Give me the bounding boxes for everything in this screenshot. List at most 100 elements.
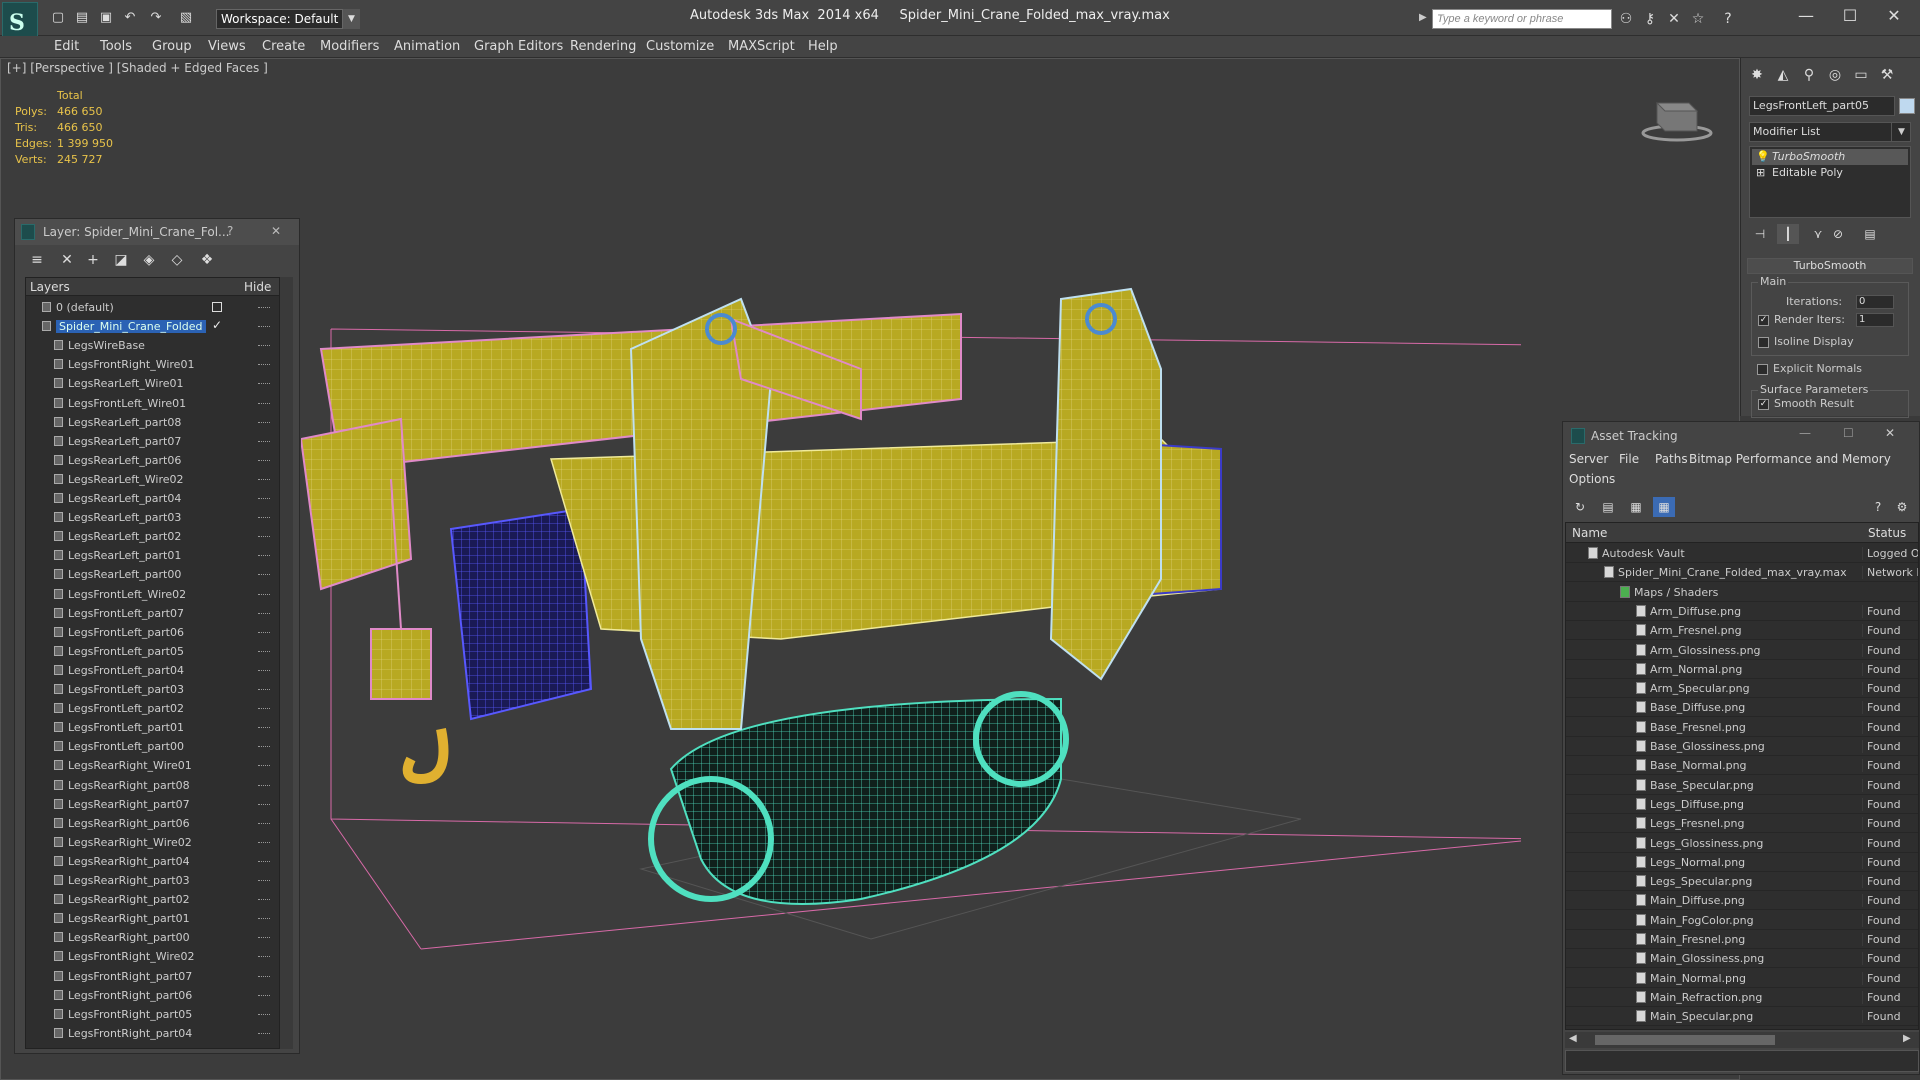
hide-toggle[interactable] bbox=[258, 841, 270, 844]
hide-toggle[interactable] bbox=[258, 918, 270, 920]
layer-row[interactable]: LegsRearLeft_Wire01 bbox=[26, 374, 274, 393]
hide-toggle[interactable] bbox=[258, 574, 270, 576]
hide-toggle[interactable] bbox=[258, 803, 270, 806]
layer-row[interactable]: LegsRearRight_part04 bbox=[26, 852, 274, 871]
open-folder-icon[interactable]: ▤ bbox=[72, 9, 92, 27]
object-color-swatch[interactable] bbox=[1899, 98, 1915, 114]
layer-row[interactable]: LegsRearRight_part07 bbox=[26, 795, 274, 814]
layer-row[interactable]: LegsRearRight_part02 bbox=[26, 890, 274, 909]
hide-toggle[interactable] bbox=[258, 421, 270, 424]
hide-toggle[interactable] bbox=[258, 612, 270, 615]
asset-row[interactable]: Main_Glossiness.png Found bbox=[1566, 949, 1918, 969]
layer-row[interactable]: LegsRearLeft_part07 bbox=[26, 432, 274, 451]
vertical-scrollbar[interactable] bbox=[279, 277, 293, 1049]
asset-row[interactable]: Main_Diffuse.png Found bbox=[1566, 891, 1918, 911]
workspace-dropdown[interactable]: Workspace: Default bbox=[216, 9, 360, 29]
hide-toggle[interactable] bbox=[258, 402, 270, 405]
help-icon[interactable]: ? bbox=[1718, 10, 1738, 28]
asset-row[interactable]: Main_Fresnel.png Found bbox=[1566, 930, 1918, 949]
minimize-icon[interactable]: — bbox=[1799, 426, 1811, 440]
layer-row[interactable]: LegsFrontLeft_part04 bbox=[26, 661, 274, 680]
layer-row[interactable]: LegsRearRight_Wire02 bbox=[26, 833, 274, 852]
hide-toggle[interactable] bbox=[258, 956, 270, 958]
project-icon[interactable]: ▧ bbox=[176, 9, 196, 27]
hide-toggle[interactable] bbox=[258, 994, 270, 997]
current-layer-box-icon[interactable] bbox=[212, 302, 222, 312]
asset-row[interactable]: Arm_Specular.png Found bbox=[1566, 679, 1918, 699]
layer-row[interactable]: LegsRearLeft_part04 bbox=[26, 489, 274, 508]
scroll-thumb[interactable] bbox=[1595, 1035, 1775, 1045]
detail-view-icon[interactable]: ▦ bbox=[1625, 497, 1647, 517]
hide-toggle[interactable] bbox=[258, 364, 270, 366]
layer-row[interactable]: LegsRearRight_part06 bbox=[26, 814, 274, 833]
asset-row[interactable]: Autodesk Vault Logged O bbox=[1566, 544, 1918, 563]
hide-toggle[interactable] bbox=[258, 459, 270, 462]
hide-toggle[interactable] bbox=[258, 440, 270, 443]
scroll-right-icon[interactable]: ▶ bbox=[1903, 1033, 1911, 1044]
configure-sets-icon[interactable]: ▤ bbox=[1859, 224, 1881, 244]
rollout-header[interactable]: TurboSmooth bbox=[1747, 258, 1913, 274]
layer-row[interactable]: LegsRearRight_Wire01 bbox=[26, 756, 274, 775]
layer-row[interactable]: LegsFrontLeft_part02 bbox=[26, 699, 274, 718]
hide-toggle[interactable] bbox=[258, 650, 270, 653]
hide-toggle[interactable] bbox=[258, 1013, 270, 1016]
hide-toggle[interactable] bbox=[258, 383, 270, 385]
asset-row[interactable]: Base_Diffuse.png Found bbox=[1566, 698, 1918, 718]
hide-toggle[interactable] bbox=[258, 478, 270, 481]
expand-icon[interactable]: ⊞ bbox=[1756, 165, 1765, 181]
layer-row[interactable]: LegsRearLeft_part06 bbox=[26, 451, 274, 470]
hierarchy-tab-icon[interactable]: ⚲ bbox=[1797, 64, 1821, 86]
utilities-tab-icon[interactable]: ⚒ bbox=[1875, 64, 1899, 86]
asset-row[interactable]: Legs_Specular.png Found bbox=[1566, 872, 1918, 892]
layer-row[interactable]: LegsRearLeft_part03 bbox=[26, 508, 274, 527]
create-tab-icon[interactable]: ✸ bbox=[1745, 64, 1769, 86]
asset-row[interactable]: Base_Specular.png Found bbox=[1566, 776, 1918, 795]
settings-icon[interactable]: ⚙ bbox=[1891, 497, 1913, 517]
layer-row[interactable]: LegsFrontLeft_Wire02 bbox=[26, 585, 274, 604]
binoculars-icon[interactable]: ⚇ bbox=[1616, 10, 1636, 28]
viewport-label[interactable]: [+] [Perspective ] [Shaded + Edged Faces… bbox=[7, 61, 268, 75]
chevron-down-icon[interactable]: ▼ bbox=[342, 9, 360, 29]
hide-toggle[interactable] bbox=[258, 326, 270, 328]
menu-create[interactable]: Create bbox=[262, 39, 305, 54]
search-expand-icon[interactable]: ▶ bbox=[1419, 12, 1427, 23]
save-icon[interactable]: ▣ bbox=[96, 9, 116, 27]
hide-toggle[interactable] bbox=[258, 689, 270, 691]
hide-toggle[interactable] bbox=[258, 307, 270, 309]
render-iters-spinner[interactable]: 1 bbox=[1856, 313, 1894, 327]
hide-toggle[interactable] bbox=[258, 880, 270, 882]
col-layers[interactable]: Layers bbox=[30, 280, 70, 294]
key-icon[interactable]: ⚷ bbox=[1640, 10, 1660, 28]
lightbulb-icon[interactable]: 💡 bbox=[1756, 149, 1770, 165]
menu-help[interactable]: Help bbox=[808, 39, 838, 54]
make-unique-icon[interactable]: ⋎ bbox=[1807, 224, 1829, 244]
hide-all-icon[interactable]: ◇ bbox=[165, 249, 189, 271]
delete-layer-icon[interactable]: ✕ bbox=[55, 249, 79, 271]
render-iters-checkbox[interactable]: ✓ bbox=[1758, 315, 1769, 326]
hide-toggle[interactable] bbox=[258, 937, 270, 939]
viewcube[interactable] bbox=[1641, 89, 1713, 143]
asset-menu-file[interactable]: File bbox=[1619, 452, 1639, 466]
highlight-layer-icon[interactable]: ◈ bbox=[137, 249, 161, 271]
layer-row[interactable]: Spider_Mini_Crane_Folded ✓ bbox=[26, 317, 274, 336]
stack-item-turbosmooth[interactable]: 💡 TurboSmooth bbox=[1752, 149, 1908, 165]
motion-tab-icon[interactable]: ◎ bbox=[1823, 64, 1847, 86]
layer-row[interactable]: LegsFrontLeft_part07 bbox=[26, 604, 274, 623]
asset-row[interactable]: Arm_Normal.png Found bbox=[1566, 660, 1918, 679]
layer-row[interactable]: LegsFrontLeft_part01 bbox=[26, 718, 274, 737]
chevron-down-icon[interactable]: ▼ bbox=[1891, 122, 1911, 142]
layer-row[interactable]: 0 (default) bbox=[26, 298, 274, 317]
new-file-icon[interactable]: ▢ bbox=[48, 9, 68, 27]
isoline-checkbox[interactable] bbox=[1758, 337, 1769, 348]
display-tab-icon[interactable]: ▭ bbox=[1849, 64, 1873, 86]
asset-row[interactable]: Arm_Glossiness.png Found bbox=[1566, 641, 1918, 660]
layer-row[interactable]: LegsFrontLeft_part03 bbox=[26, 680, 274, 699]
asset-row[interactable]: Base_Normal.png Found bbox=[1566, 756, 1918, 776]
layer-row[interactable]: LegsRearRight_part01 bbox=[26, 909, 274, 928]
smooth-result-checkbox[interactable]: ✓ bbox=[1758, 399, 1769, 410]
hide-toggle[interactable] bbox=[258, 593, 270, 596]
table-view-icon[interactable]: ▦ bbox=[1653, 497, 1675, 517]
object-name-field[interactable]: LegsFrontLeft_part05 bbox=[1749, 96, 1895, 116]
layer-row[interactable]: LegsFrontRight_part06 bbox=[26, 986, 274, 1005]
layer-row[interactable]: LegsFrontLeft_Wire01 bbox=[26, 394, 274, 413]
